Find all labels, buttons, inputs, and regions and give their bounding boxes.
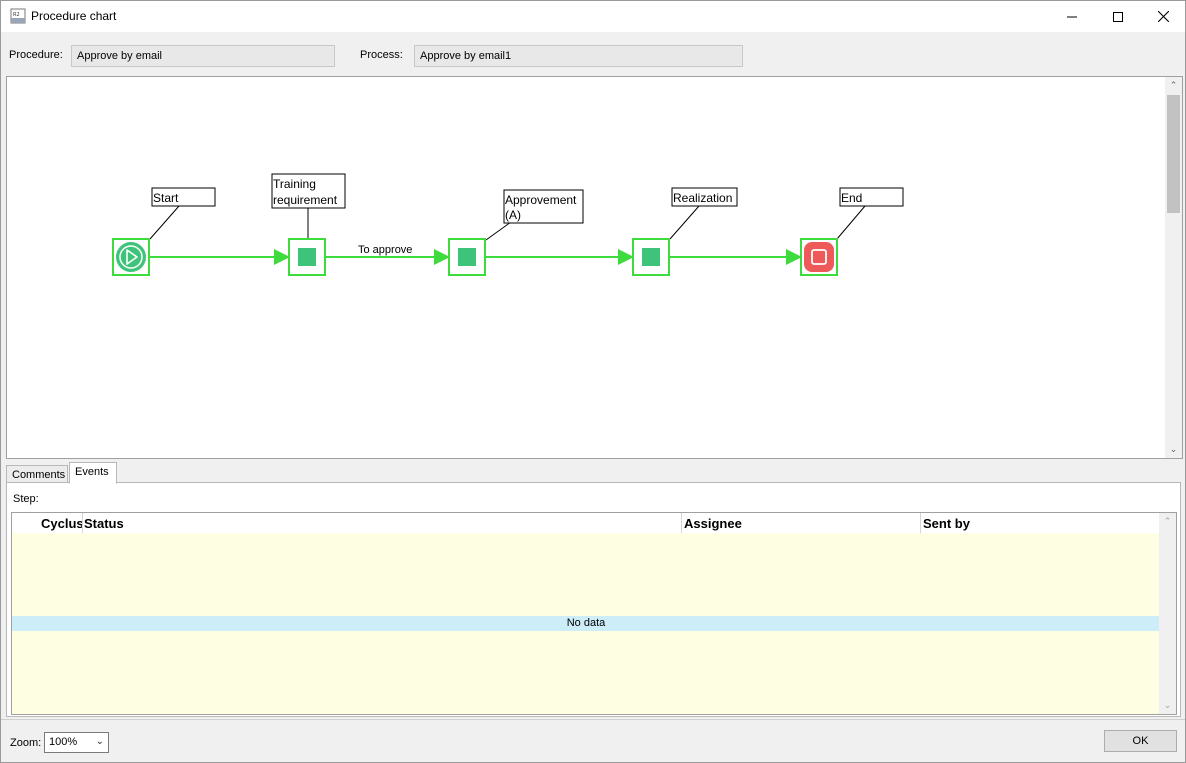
maximize-button[interactable]	[1095, 1, 1141, 32]
transition-label-to-approve: To approve	[358, 244, 412, 256]
node-label-training-line1: Training	[273, 177, 316, 191]
grid-header: Cyclus Status Assignee Sent by	[12, 513, 1160, 533]
column-header-assignee[interactable]: Assignee	[684, 516, 742, 531]
process-label: Process:	[360, 49, 403, 61]
node-training-requirement[interactable]	[288, 238, 326, 276]
scroll-up-arrow-icon[interactable]: ⌃	[1165, 77, 1182, 94]
events-grid[interactable]: Cyclus Status Assignee Sent by No data ⌃…	[11, 512, 1177, 715]
node-label-approvement-line2: (A)	[505, 208, 521, 222]
procedure-chart-window: R2 Procedure chart Procedure: Approve by…	[0, 0, 1186, 763]
header-fields: Procedure: Approve by email Process: App…	[1, 32, 1185, 76]
close-button[interactable]	[1140, 1, 1186, 32]
column-header-cyclus[interactable]: Cyclus	[41, 516, 84, 531]
node-label-approvement-line1: Approvement	[505, 193, 577, 207]
grid-scroll-up-arrow-icon[interactable]: ⌃	[1159, 513, 1176, 530]
column-separator	[681, 513, 682, 533]
leader-realization	[669, 205, 700, 240]
column-separator	[82, 513, 83, 533]
scroll-down-arrow-icon[interactable]: ⌄	[1165, 441, 1182, 458]
zoom-select[interactable]: 100% ⌄	[44, 732, 109, 753]
events-panel: Step: Cyclus Status Assignee Sent by No …	[6, 482, 1181, 717]
node-end[interactable]	[800, 238, 838, 276]
zoom-label: Zoom:	[10, 737, 42, 749]
node-label-end: End	[841, 191, 862, 205]
app-icon: R2	[10, 8, 26, 24]
node-approvement[interactable]	[448, 238, 486, 276]
minimize-button[interactable]	[1049, 1, 1095, 32]
tab-events[interactable]: Events	[69, 462, 117, 484]
no-data-row: No data	[12, 616, 1160, 631]
node-label-realization: Realization	[673, 191, 732, 205]
diagram-canvas[interactable]: To approve Start Training requirement Ap…	[6, 76, 1183, 459]
procedure-diagram: To approve Start Training requirement Ap…	[112, 173, 904, 276]
leader-approvement	[485, 221, 512, 241]
step-label: Step:	[13, 493, 39, 505]
node-start[interactable]	[112, 238, 150, 276]
node-realization[interactable]	[632, 238, 670, 276]
svg-text:R2: R2	[13, 12, 20, 18]
node-label-start: Start	[153, 191, 179, 205]
column-separator	[920, 513, 921, 533]
diagram-scroll-thumb[interactable]	[1167, 95, 1180, 213]
footer-bar: Zoom: 100% ⌄ OK	[1, 719, 1185, 763]
column-header-status[interactable]: Status	[84, 516, 124, 531]
node-label-training-line2: requirement	[273, 193, 338, 207]
chevron-down-icon: ⌄	[95, 736, 104, 747]
minimize-icon	[1067, 16, 1077, 17]
procedure-field[interactable]: Approve by email	[71, 45, 335, 67]
leader-end	[836, 205, 866, 240]
leader-start	[149, 205, 180, 240]
column-header-sent-by[interactable]: Sent by	[923, 516, 970, 531]
diagram-vertical-scrollbar[interactable]: ⌃ ⌄	[1165, 77, 1182, 458]
grid-vertical-scrollbar[interactable]: ⌃ ⌄	[1159, 513, 1176, 714]
procedure-label: Procedure:	[9, 49, 63, 61]
process-field[interactable]: Approve by email1	[414, 45, 743, 67]
close-icon	[1157, 11, 1169, 22]
ok-button[interactable]: OK	[1104, 730, 1177, 752]
window-title: Procedure chart	[31, 9, 117, 23]
title-bar: R2 Procedure chart	[1, 1, 1185, 32]
zoom-value: 100%	[49, 736, 78, 748]
grid-scroll-down-arrow-icon[interactable]: ⌄	[1159, 697, 1176, 714]
maximize-icon	[1113, 11, 1123, 22]
